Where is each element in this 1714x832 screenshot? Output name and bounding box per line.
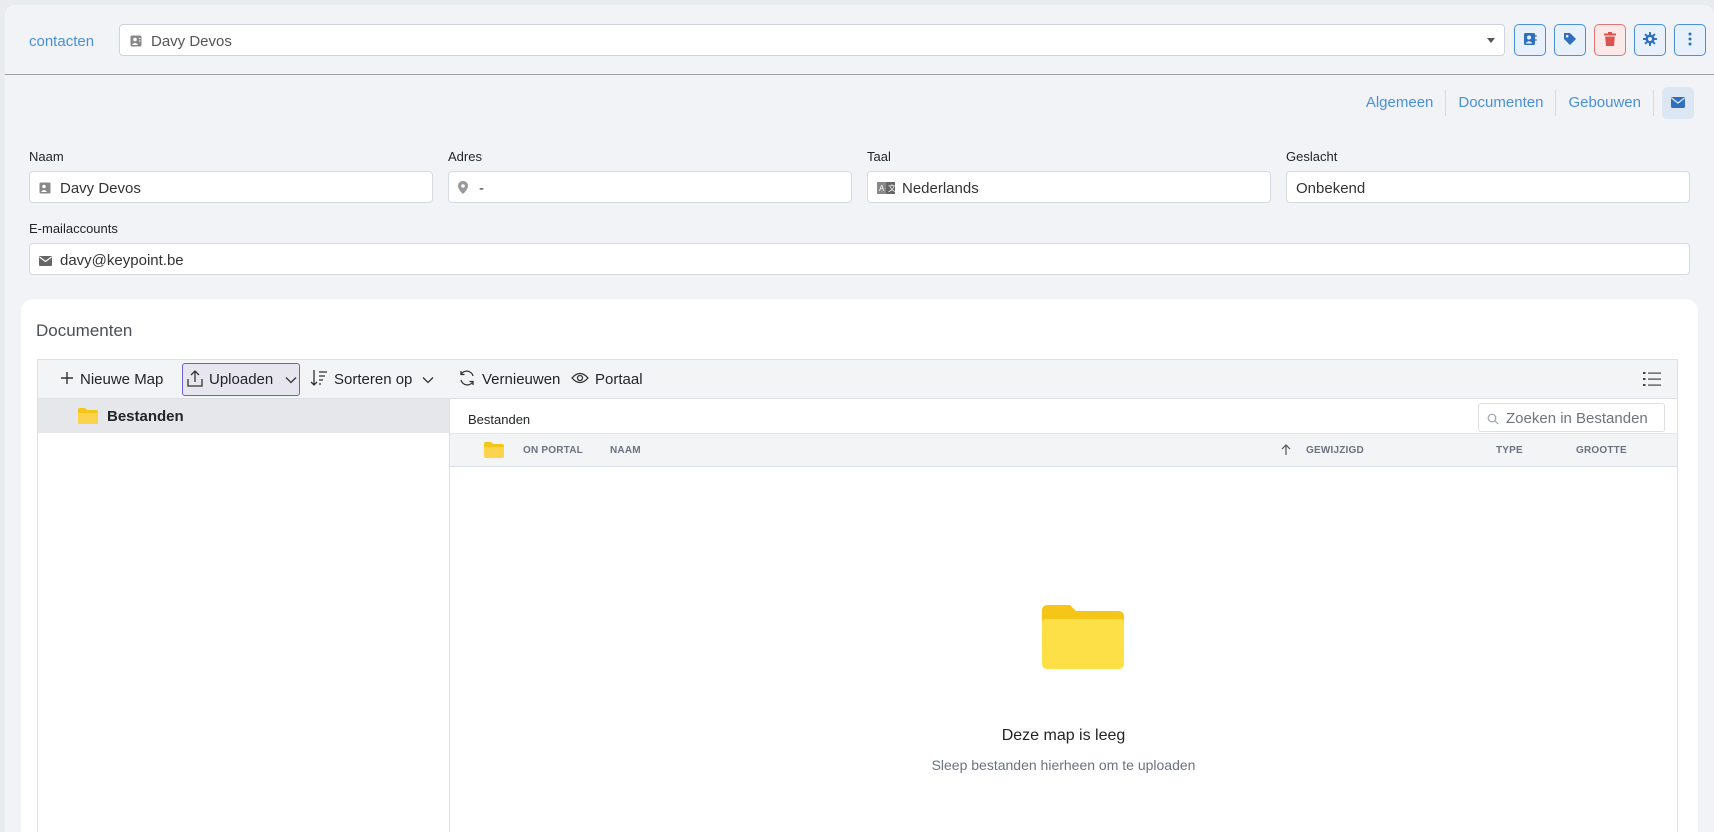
- settings-button[interactable]: [1634, 24, 1666, 56]
- sort-icon: [310, 369, 328, 391]
- portal-button[interactable]: Portaal: [567, 363, 647, 396]
- new-folder-label: Nieuwe Map: [80, 371, 164, 388]
- svg-text:文: 文: [888, 183, 895, 193]
- folder-tree: Bestanden: [38, 399, 450, 832]
- column-name[interactable]: NAAM: [610, 445, 641, 456]
- address-card-icon: [1523, 32, 1537, 49]
- naam-label: Naam: [29, 149, 64, 164]
- sort-button[interactable]: Sorteren op: [306, 363, 438, 396]
- contact-card-button[interactable]: [1514, 24, 1546, 56]
- refresh-icon: [458, 369, 476, 391]
- trash-icon: [1604, 31, 1616, 49]
- refresh-label: Vernieuwen: [482, 371, 561, 388]
- geslacht-field[interactable]: Onbekend: [1286, 171, 1690, 203]
- adres-label: Adres: [448, 149, 482, 164]
- sort-label: Sorteren op: [334, 371, 413, 388]
- upload-label: Uploaden: [209, 371, 274, 388]
- column-type[interactable]: TYPE: [1496, 445, 1523, 456]
- more-options-button[interactable]: [1674, 24, 1706, 56]
- folder-icon: [78, 408, 98, 427]
- refresh-button[interactable]: Vernieuwen: [454, 363, 564, 396]
- file-manager: Nieuwe Map Uploaden Sorteren op Vernieuw…: [37, 359, 1678, 832]
- file-list-pane: Bestanden ON PORTAL NAAM: [450, 399, 1677, 832]
- tab-algemeen[interactable]: Algemeen: [1354, 90, 1447, 116]
- empty-state-title: Deze map is leeg: [1001, 727, 1126, 744]
- chevron-down-icon: [285, 371, 297, 388]
- taal-value: Nederlands: [902, 180, 979, 197]
- naam-field[interactable]: Davy Devos: [29, 171, 433, 203]
- chevron-down-icon: [422, 371, 434, 388]
- plus-icon: [60, 371, 74, 389]
- empty-folder-icon: [1042, 605, 1124, 672]
- delete-button[interactable]: [1594, 24, 1626, 56]
- tab-documenten[interactable]: Documenten: [1446, 90, 1557, 116]
- column-on-portal[interactable]: ON PORTAL: [523, 445, 583, 456]
- portal-label: Portaal: [595, 371, 643, 388]
- file-toolbar: Nieuwe Map Uploaden Sorteren op Vernieuw…: [38, 360, 1677, 399]
- taal-field[interactable]: A文 Nederlands: [867, 171, 1271, 203]
- envelope-icon: [39, 253, 52, 269]
- eye-icon: [571, 371, 589, 388]
- email-label: E-mailaccounts: [29, 221, 118, 236]
- file-columns-header: ON PORTAL NAAM GEWIJZIGD TYPE GROOTTE: [450, 433, 1677, 467]
- taal-label: Taal: [867, 149, 891, 164]
- sort-ascending-icon[interactable]: [1281, 443, 1291, 459]
- upload-icon: [187, 369, 203, 391]
- gear-icon: [1643, 31, 1657, 49]
- breadcrumb-contacten[interactable]: contacten: [29, 33, 94, 50]
- chevron-down-icon: [1487, 38, 1495, 43]
- language-icon: A文: [877, 181, 896, 197]
- adres-field[interactable]: -: [448, 171, 852, 203]
- geslacht-label: Geslacht: [1286, 149, 1338, 164]
- tab-email[interactable]: [1662, 87, 1694, 119]
- top-bar: contacten Davy Devos: [5, 5, 1714, 75]
- tag-icon: [1563, 32, 1577, 49]
- adres-value: -: [479, 180, 484, 197]
- address-card-icon: [39, 181, 51, 197]
- column-size[interactable]: GROOTTE: [1576, 445, 1627, 456]
- contact-select[interactable]: Davy Devos: [119, 24, 1505, 56]
- address-card-icon: [130, 34, 142, 50]
- email-field[interactable]: davy@keypoint.be: [29, 243, 1690, 275]
- tree-item-label: Bestanden: [107, 408, 184, 425]
- empty-state-subtitle: Sleep bestanden hierheen om te uploaden: [931, 757, 1196, 773]
- file-search[interactable]: [1478, 403, 1665, 432]
- envelope-icon: [1671, 95, 1685, 111]
- naam-value: Davy Devos: [60, 180, 141, 197]
- tag-button[interactable]: [1554, 24, 1586, 56]
- upload-button[interactable]: Uploaden: [182, 363, 300, 396]
- tree-item-bestanden[interactable]: Bestanden: [38, 399, 449, 433]
- more-vertical-icon: [1688, 32, 1692, 49]
- current-path: Bestanden: [468, 412, 531, 427]
- contact-detail-page: contacten Davy Devos Algemeen Documenten…: [5, 5, 1714, 832]
- list-view-icon[interactable]: [1643, 371, 1661, 390]
- search-input[interactable]: [1506, 408, 1658, 428]
- documents-title: Documenten: [36, 321, 133, 340]
- search-icon: [1487, 412, 1499, 428]
- new-folder-button[interactable]: Nieuwe Map: [56, 363, 167, 396]
- documents-card: Documenten Nieuwe Map Uploaden Sorteren …: [21, 299, 1698, 832]
- svg-text:A: A: [879, 184, 885, 193]
- email-value: davy@keypoint.be: [60, 252, 184, 269]
- folder-icon: [484, 442, 504, 461]
- detail-tabs: Algemeen Documenten Gebouwen: [1354, 85, 1714, 121]
- tab-gebouwen[interactable]: Gebouwen: [1556, 90, 1654, 116]
- column-modified[interactable]: GEWIJZIGD: [1306, 445, 1364, 456]
- file-list-header: Bestanden: [450, 399, 1677, 433]
- geslacht-value: Onbekend: [1296, 180, 1366, 197]
- contact-select-value: Davy Devos: [151, 33, 232, 50]
- map-marker-icon: [458, 181, 468, 197]
